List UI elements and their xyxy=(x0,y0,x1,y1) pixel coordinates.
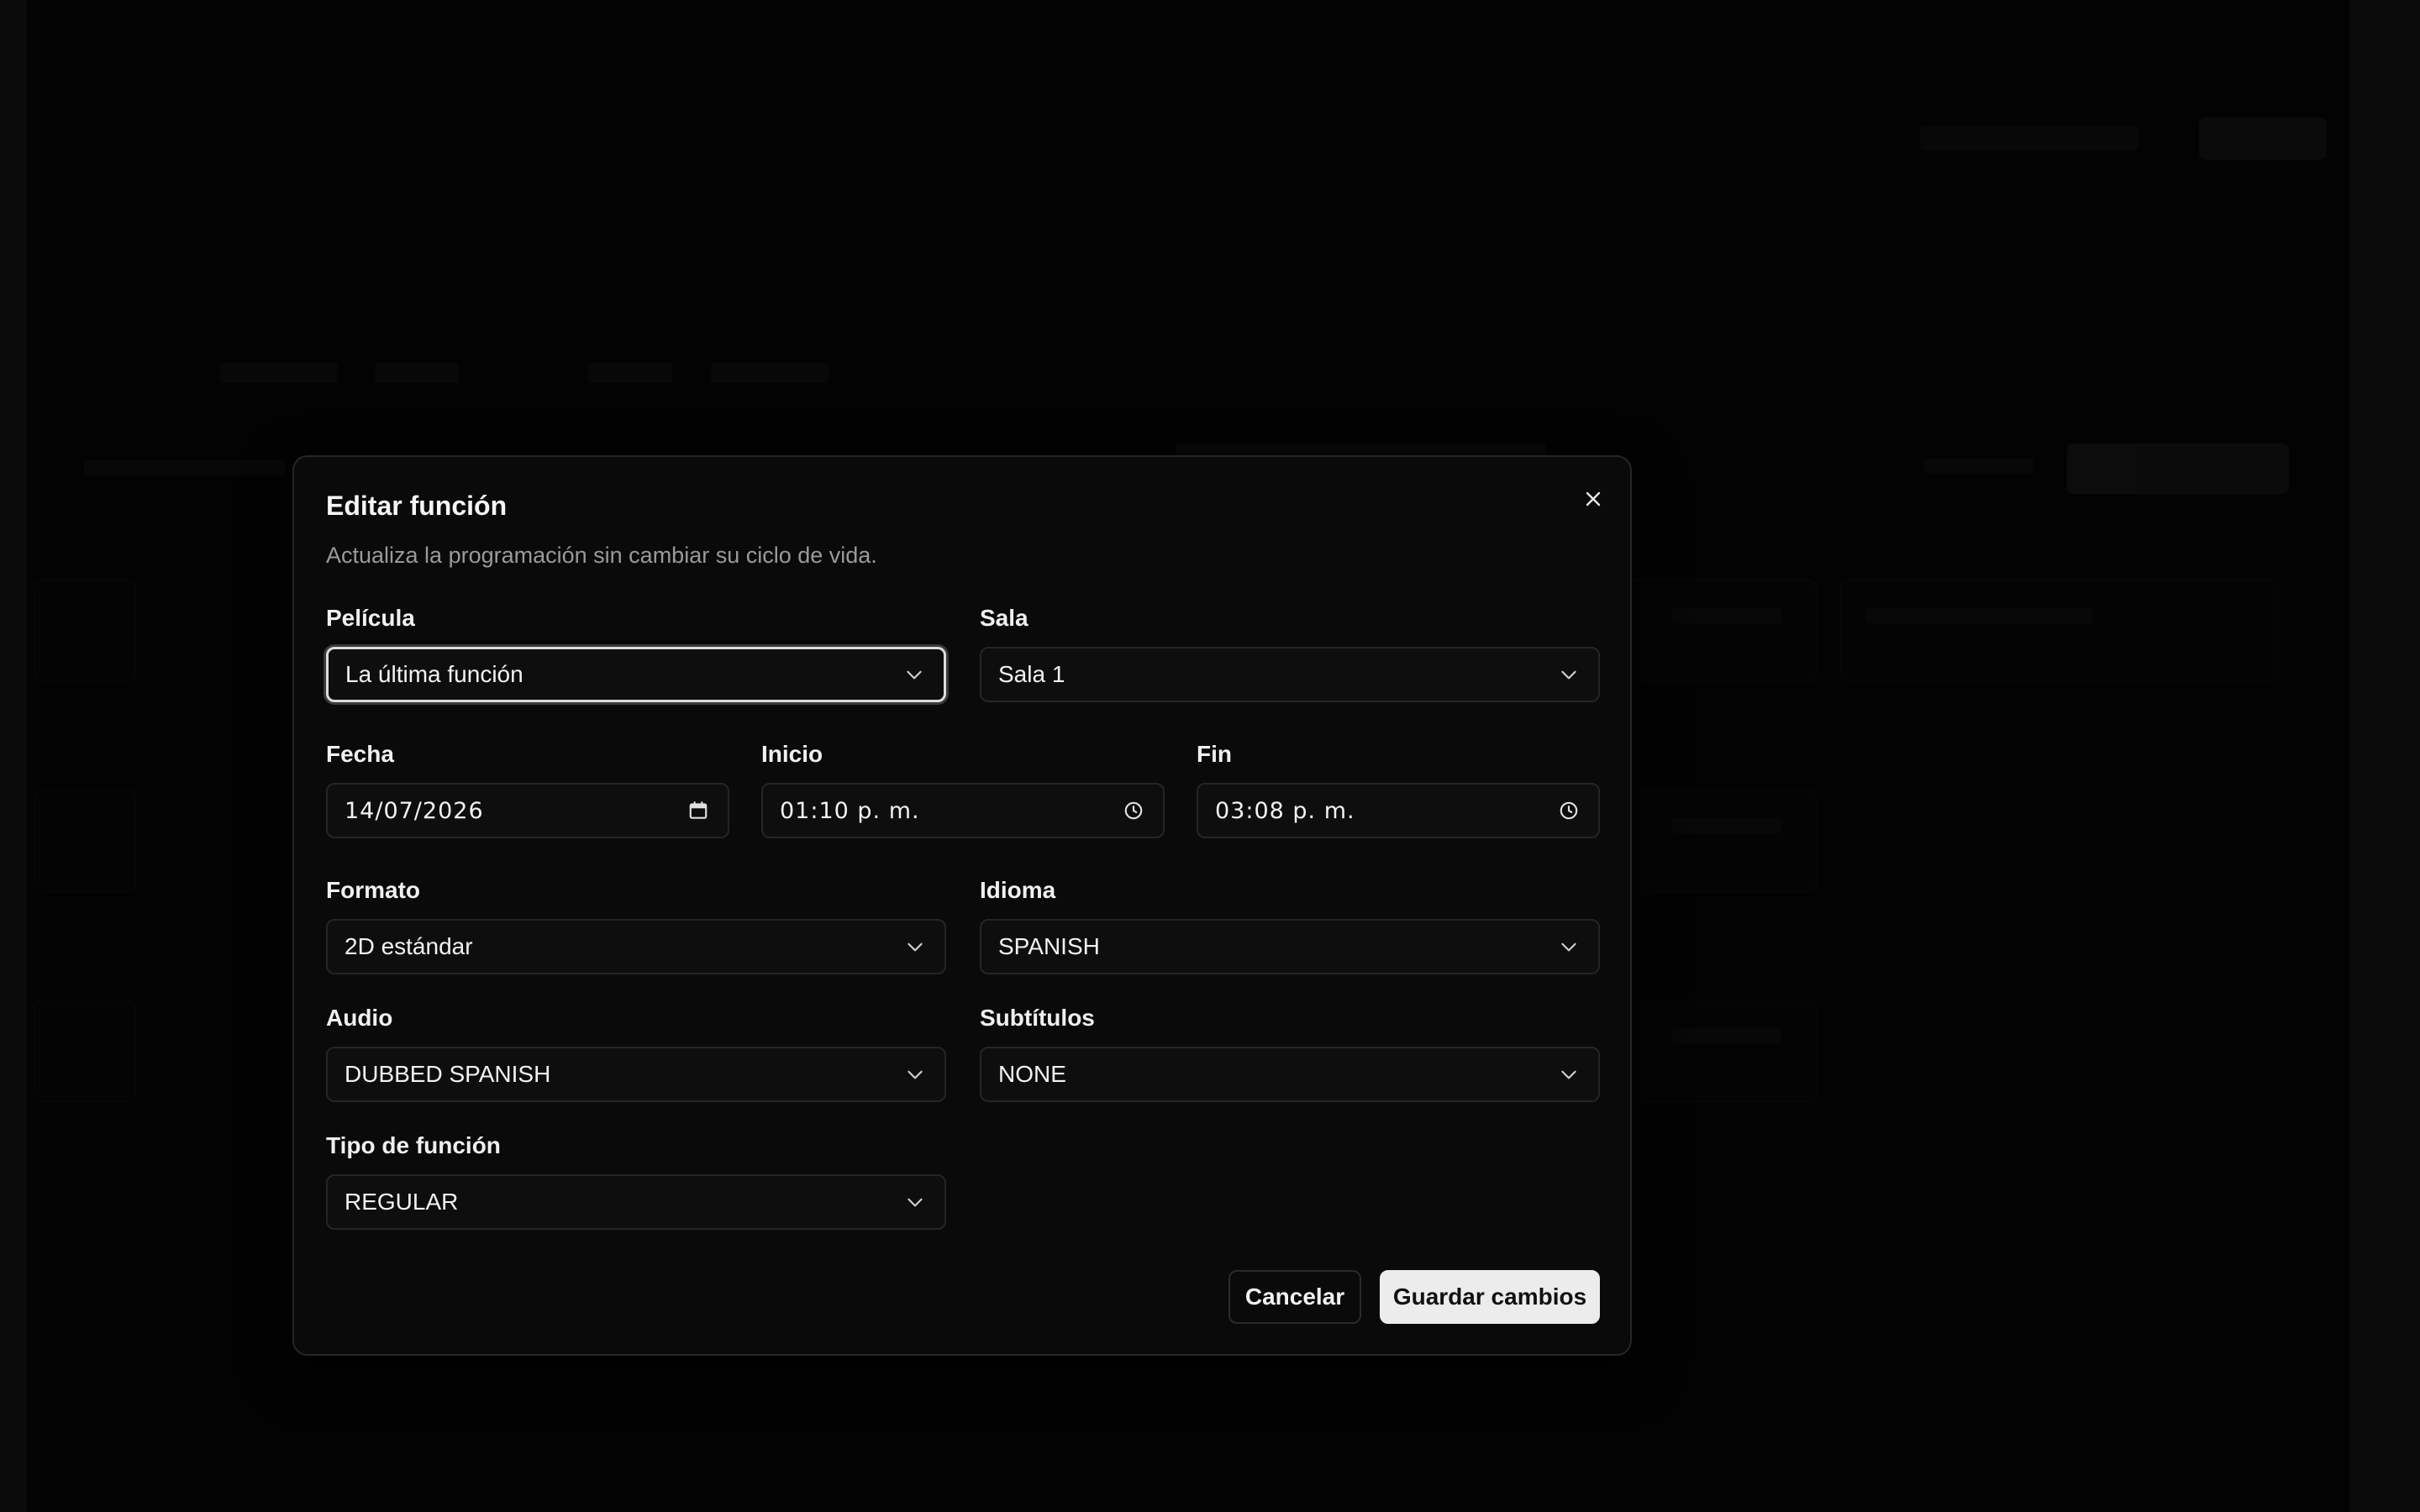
room-value: Sala 1 xyxy=(998,661,1065,687)
background-text xyxy=(1672,818,1781,833)
background-user-menu xyxy=(1920,126,2139,151)
end-time-value: 03:08 p. m. xyxy=(1215,797,1355,824)
background-tab xyxy=(711,363,829,383)
background-card xyxy=(34,1000,136,1102)
format-value: 2D estándar xyxy=(345,933,473,959)
background-text xyxy=(1865,608,2092,623)
start-time-value: 01:10 p. m. xyxy=(780,797,920,824)
chevron-down-icon xyxy=(1556,1062,1581,1087)
clock-icon[interactable] xyxy=(1556,798,1581,823)
showtime-type-label: Tipo de función xyxy=(326,1132,501,1158)
background-toolbar-text xyxy=(84,460,286,475)
background-filter xyxy=(1924,459,2033,474)
background-tab xyxy=(588,363,672,383)
audio-label: Audio xyxy=(326,1005,393,1031)
chevron-down-icon xyxy=(1556,934,1581,959)
chevron-down-icon xyxy=(902,662,927,687)
cancel-button[interactable]: Cancelar xyxy=(1228,1270,1361,1324)
audio-select[interactable]: DUBBED SPANISH xyxy=(326,1047,946,1102)
movie-select[interactable]: La última función xyxy=(326,647,946,702)
date-label: Fecha xyxy=(326,741,394,767)
background-primary-button xyxy=(2067,444,2289,494)
dialog-title: Editar función xyxy=(326,491,508,521)
dialog-subtitle: Actualiza la programación sin cambiar su… xyxy=(326,543,877,568)
chevron-down-icon xyxy=(902,1062,928,1087)
showtime-type-select[interactable]: REGULAR xyxy=(326,1174,946,1230)
subtitles-label: Subtítulos xyxy=(980,1005,1095,1031)
background-card xyxy=(1840,580,2279,682)
calendar-icon[interactable] xyxy=(686,798,711,823)
background-top-button xyxy=(2199,118,2327,160)
background-card xyxy=(34,580,136,682)
movie-label: Película xyxy=(326,605,415,631)
end-time-input[interactable]: 03:08 p. m. xyxy=(1197,783,1600,838)
close-button[interactable] xyxy=(1578,484,1608,514)
room-label: Sala xyxy=(980,605,1028,631)
language-select[interactable]: SPANISH xyxy=(980,919,1600,974)
edit-showtime-dialog: Editar función Actualiza la programación… xyxy=(292,455,1632,1356)
chevron-down-icon xyxy=(902,1189,928,1215)
save-changes-button[interactable]: Guardar cambios xyxy=(1380,1270,1600,1324)
end-time-label: Fin xyxy=(1197,741,1232,767)
background-tab xyxy=(220,363,338,383)
background-card xyxy=(34,790,136,892)
format-select[interactable]: 2D estándar xyxy=(326,919,946,974)
chevron-down-icon xyxy=(1556,662,1581,687)
clock-icon[interactable] xyxy=(1121,798,1146,823)
close-icon xyxy=(1586,491,1601,507)
date-input[interactable]: 14/07/2026 xyxy=(326,783,729,838)
language-value: SPANISH xyxy=(998,933,1100,959)
movie-value: La última función xyxy=(345,661,523,687)
background-tab xyxy=(375,363,459,383)
background-text xyxy=(1672,608,1781,623)
chevron-down-icon xyxy=(902,934,928,959)
subtitles-value: NONE xyxy=(998,1061,1066,1087)
background-text xyxy=(1672,1028,1781,1043)
format-label: Formato xyxy=(326,877,420,903)
page: Editar función Actualiza la programación… xyxy=(0,0,2420,1512)
showtime-type-value: REGULAR xyxy=(345,1189,459,1215)
room-select[interactable]: Sala 1 xyxy=(980,647,1600,702)
start-time-input[interactable]: 01:10 p. m. xyxy=(761,783,1165,838)
audio-value: DUBBED SPANISH xyxy=(345,1061,551,1087)
start-time-label: Inicio xyxy=(761,741,823,767)
subtitles-select[interactable]: NONE xyxy=(980,1047,1600,1102)
date-value: 14/07/2026 xyxy=(345,797,484,824)
language-label: Idioma xyxy=(980,877,1056,903)
